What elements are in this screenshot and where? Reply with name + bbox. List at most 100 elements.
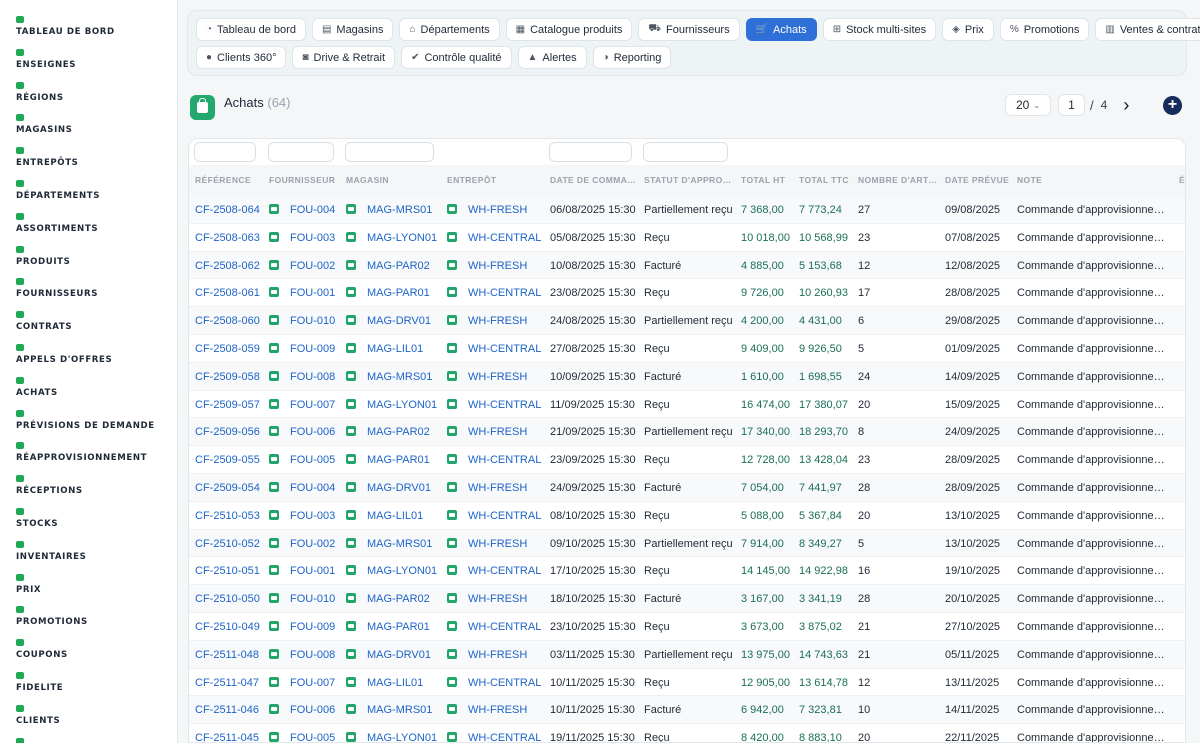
reference-link[interactable]: CF-2510-051 (195, 565, 260, 577)
next-page-icon[interactable]: › (1123, 96, 1129, 114)
supplier-link[interactable]: FOU-003 (269, 231, 335, 244)
supplier-link[interactable]: FOU-002 (269, 259, 335, 272)
sidebar-item-appels-d-offres[interactable]: APPELS D'OFFRES (0, 343, 177, 376)
reference-link[interactable]: CF-2511-046 (195, 704, 259, 716)
table-row[interactable]: CF-2508-062 FOU-002 MAG-PAR02 WH-FRESH 10/08… (189, 251, 1185, 280)
column-header[interactable]: ÉT (1179, 175, 1185, 185)
tab-prix[interactable]: ◈ Prix (942, 18, 994, 41)
reference-link[interactable]: CF-2511-045 (195, 732, 259, 742)
warehouse-link[interactable]: WH-FRESH (447, 704, 527, 716)
supplier-link[interactable]: FOU-009 (269, 342, 335, 355)
reference-link[interactable]: CF-2509-058 (195, 371, 260, 383)
warehouse-link[interactable]: WH-FRESH (447, 315, 527, 327)
table-row[interactable]: CF-2511-046 FOU-006 MAG-MRS01 WH-FRESH 10/11… (189, 696, 1185, 725)
sidebar-item-coupons[interactable]: COUPONS (0, 639, 177, 671)
store-link[interactable]: MAG-MRS01 (346, 370, 432, 383)
reference-link[interactable]: CF-2509-056 (195, 426, 260, 438)
sidebar-item-ventes-contrats[interactable]: VENTES & CONTRATS (0, 737, 177, 743)
sidebar-item-fournisseurs[interactable]: FOURNISSEURS (0, 278, 177, 310)
table-row[interactable]: CF-2508-063 FOU-003 MAG-LYON01 WH-CENTRAL 05… (189, 224, 1185, 252)
store-link[interactable]: MAG-MRS01 (346, 204, 432, 216)
table-row[interactable]: CF-2510-049 FOU-009 MAG-PAR01 WH-CENTRAL 23/… (189, 613, 1185, 641)
warehouse-link[interactable]: WH-FRESH (447, 648, 527, 661)
supplier-link[interactable]: FOU-008 (269, 370, 335, 383)
sidebar-item-clients[interactable]: CLIENTS (0, 704, 177, 737)
tab-ventes-contrats[interactable]: ▥ Ventes & contrats (1095, 18, 1200, 41)
store-link[interactable]: MAG-PAR02 (346, 426, 430, 438)
table-row[interactable]: CF-2511-048 FOU-008 MAG-DRV01 WH-FRESH 03/11… (189, 640, 1185, 669)
table-row[interactable]: CF-2510-051 FOU-001 MAG-LYON01 WH-CENTRAL 17… (189, 557, 1185, 586)
sidebar-item-promotions[interactable]: PROMOTIONS (0, 606, 177, 638)
store-link[interactable]: MAG-PAR02 (346, 593, 430, 605)
table-row[interactable]: CF-2509-054 FOU-004 MAG-DRV01 WH-FRESH 24/09… (189, 473, 1185, 502)
table-row[interactable]: CF-2509-057 FOU-007 MAG-LYON01 WH-CENTRAL 11… (189, 391, 1185, 419)
filter-status-input[interactable] (643, 142, 728, 162)
warehouse-link[interactable]: WH-CENTRAL (447, 398, 541, 411)
sidebar-item-pr-visions-de-demande[interactable]: PRÉVISIONS DE DEMANDE (0, 409, 177, 442)
column-header[interactable]: DATE DE COMMANDE (550, 175, 640, 185)
sidebar-item-r-approvisionnement[interactable]: RÉAPPROVISIONNEMENT (0, 442, 177, 474)
supplier-link[interactable]: FOU-005 (269, 454, 335, 466)
column-header[interactable]: MAGASIN (346, 175, 442, 185)
column-header[interactable]: STATUT D'APPROVISIONNEMENT (644, 175, 736, 185)
sidebar-item-r-gions[interactable]: RÉGIONS (0, 81, 177, 114)
supplier-link[interactable]: FOU-010 (269, 315, 335, 327)
warehouse-link[interactable]: WH-CENTRAL (447, 287, 541, 299)
reference-link[interactable]: CF-2508-064 (195, 204, 260, 216)
warehouse-link[interactable]: WH-FRESH (447, 537, 527, 550)
tab-contr-le-qualit-[interactable]: ✔ Contrôle qualité (401, 46, 512, 69)
store-link[interactable]: MAG-LYON01 (346, 732, 437, 742)
table-row[interactable]: CF-2508-059 FOU-009 MAG-LIL01 WH-CENTRAL 27/… (189, 335, 1185, 363)
reference-link[interactable]: CF-2508-060 (195, 315, 260, 327)
store-link[interactable]: MAG-LYON01 (346, 231, 437, 244)
table-row[interactable]: CF-2510-052 FOU-002 MAG-MRS01 WH-FRESH 09/10… (189, 529, 1185, 558)
reference-link[interactable]: CF-2510-053 (195, 510, 260, 522)
sidebar-item-enseignes[interactable]: ENSEIGNES (0, 48, 177, 81)
store-link[interactable]: MAG-DRV01 (346, 481, 431, 494)
filter-order-date-input[interactable] (549, 142, 632, 162)
warehouse-link[interactable]: WH-CENTRAL (447, 454, 541, 466)
column-header[interactable]: FOURNISSEUR (269, 175, 341, 185)
store-link[interactable]: MAG-LIL01 (346, 509, 423, 522)
store-link[interactable]: MAG-PAR01 (346, 620, 430, 633)
page-number-input[interactable]: 1 (1058, 94, 1085, 116)
tab-achats[interactable]: 🛒 Achats (745, 18, 817, 41)
table-row[interactable]: CF-2511-047 FOU-007 MAG-LIL01 WH-CENTRAL 10/… (189, 669, 1185, 697)
page-size-select[interactable]: 20 ⌄ (1005, 94, 1051, 116)
reference-link[interactable]: CF-2510-052 (195, 538, 260, 550)
table-row[interactable]: CF-2508-064 FOU-004 MAG-MRS01 WH-FRESH 06/08… (189, 196, 1185, 224)
sidebar-item-inventaires[interactable]: INVENTAIRES (0, 540, 177, 573)
sidebar-item-entrep-ts[interactable]: ENTREPÔTS (0, 147, 177, 179)
store-link[interactable]: MAG-DRV01 (346, 315, 431, 327)
warehouse-link[interactable]: WH-CENTRAL (447, 620, 541, 633)
supplier-link[interactable]: FOU-007 (269, 676, 335, 689)
filter-reference-input[interactable] (194, 142, 256, 162)
supplier-link[interactable]: FOU-004 (269, 481, 335, 494)
sidebar-item-produits[interactable]: PRODUITS (0, 245, 177, 278)
column-header[interactable]: DATE PRÉVUE (945, 175, 1013, 185)
reference-link[interactable]: CF-2508-059 (195, 343, 260, 355)
reference-link[interactable]: CF-2508-061 (195, 287, 260, 299)
sidebar-item-assortiments[interactable]: ASSORTIMENTS (0, 212, 177, 245)
add-button[interactable]: + (1163, 96, 1182, 115)
warehouse-link[interactable]: WH-FRESH (447, 593, 527, 605)
warehouse-link[interactable]: WH-CENTRAL (447, 342, 541, 355)
tab-fournisseurs[interactable]: ⛟ Fournisseurs (638, 18, 740, 41)
warehouse-link[interactable]: WH-CENTRAL (447, 732, 541, 742)
reference-link[interactable]: CF-2510-050 (195, 593, 260, 605)
tab-magasins[interactable]: ▤ Magasins (311, 18, 394, 41)
table-row[interactable]: CF-2510-050 FOU-010 MAG-PAR02 WH-FRESH 18/10… (189, 585, 1185, 613)
store-link[interactable]: MAG-MRS01 (346, 537, 432, 550)
supplier-link[interactable]: FOU-006 (269, 426, 335, 438)
sidebar-item-achats[interactable]: ACHATS (0, 376, 177, 409)
tab-tableau-de-bord[interactable]: ◔ Tableau de bord (196, 18, 306, 41)
supplier-link[interactable]: FOU-002 (269, 537, 335, 550)
store-link[interactable]: MAG-DRV01 (346, 648, 431, 661)
sidebar-item-contrats[interactable]: CONTRATS (0, 311, 177, 343)
table-row[interactable]: CF-2508-060 FOU-010 MAG-DRV01 WH-FRESH 24/08… (189, 307, 1185, 335)
reference-link[interactable]: CF-2511-047 (195, 677, 259, 689)
column-header[interactable]: TOTAL TTC (799, 175, 853, 185)
reference-link[interactable]: CF-2508-062 (195, 260, 260, 272)
supplier-link[interactable]: FOU-001 (269, 565, 335, 577)
table-row[interactable]: CF-2509-058 FOU-008 MAG-MRS01 WH-FRESH 10/09… (189, 362, 1185, 391)
